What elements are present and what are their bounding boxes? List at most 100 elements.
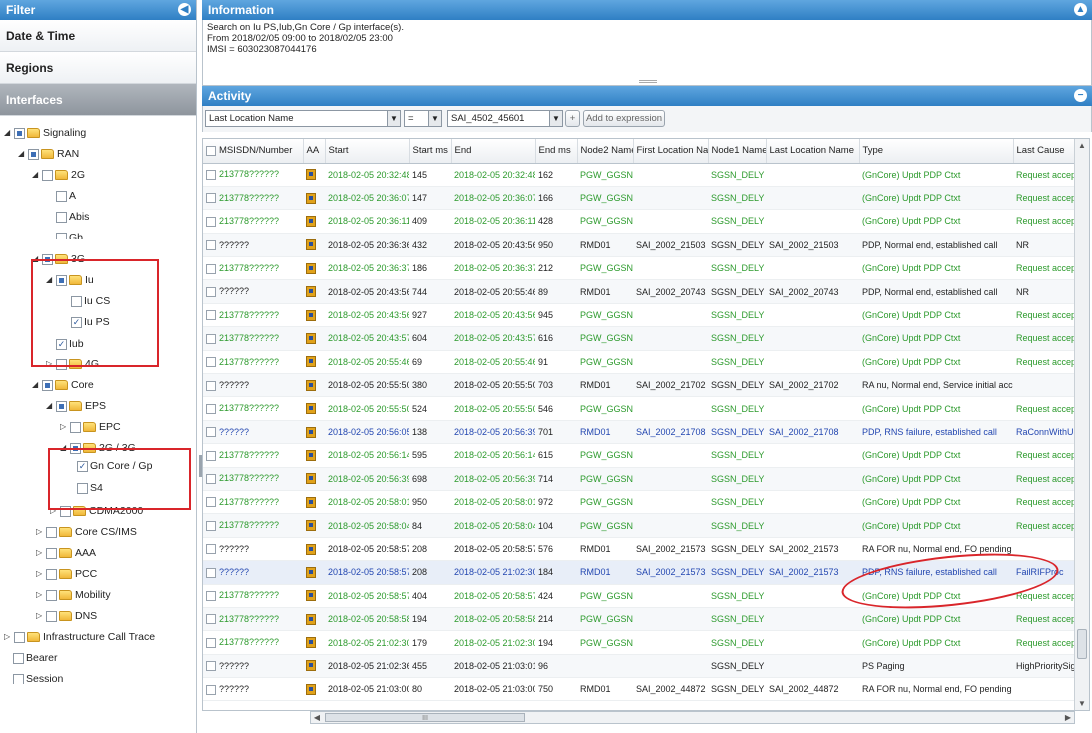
table-row[interactable]: ?????? 2018-02-05 20:55:50 380 2018-02-05 2…	[203, 373, 1075, 398]
row-checkbox[interactable]	[206, 684, 216, 695]
operator-select[interactable]: = ▼	[404, 110, 442, 127]
section-date-time[interactable]: Date & Time	[0, 20, 196, 52]
table-row[interactable]: 213778?????? 2018-02-05 21:02:30 179 2018-0…	[203, 630, 1075, 655]
row-checkbox[interactable]	[206, 263, 216, 274]
value-select[interactable]: SAI_4502_45601 ▼	[447, 110, 563, 127]
row-checkbox[interactable]	[206, 427, 216, 438]
resize-grip-icon[interactable]	[639, 80, 657, 83]
activity-toggle-icon[interactable]: −	[1074, 89, 1087, 102]
row-checkbox[interactable]	[206, 591, 216, 602]
details-icon[interactable]	[306, 613, 316, 625]
tree-node-abis[interactable]: Abis	[55, 208, 89, 226]
tree-node-epc[interactable]: ▷ EPC	[60, 418, 121, 436]
col-header-type[interactable]: Type	[859, 139, 1014, 164]
details-icon[interactable]	[306, 216, 316, 228]
details-icon[interactable]	[306, 520, 316, 532]
tree-node-gb[interactable]: Gb	[55, 229, 83, 239]
tree-node-pcc[interactable]: ▷ PCC	[36, 565, 97, 583]
row-checkbox[interactable]	[206, 193, 216, 204]
table-row[interactable]: ?????? 2018-02-05 20:56:05 138 2018-02-05 2…	[203, 420, 1075, 445]
col-header-last-location[interactable]: Last Location Name	[766, 139, 860, 164]
row-checkbox[interactable]	[206, 661, 216, 672]
table-row[interactable]: 213778?????? 2018-02-05 20:43:56 927 2018-0…	[203, 303, 1075, 328]
table-row[interactable]: 213778?????? 2018-02-05 20:58:01 950 2018-0…	[203, 490, 1075, 515]
table-row[interactable]: 213778?????? 2018-02-05 20:58:58 194 2018-0…	[203, 607, 1075, 632]
details-icon[interactable]	[306, 169, 316, 181]
tree-node-session[interactable]: Session	[12, 670, 63, 684]
details-icon[interactable]	[306, 379, 316, 391]
tree-node-bearer[interactable]: Bearer	[12, 649, 58, 667]
vertical-scrollbar[interactable]: ▲ ▼	[1074, 139, 1089, 710]
details-icon[interactable]	[306, 356, 316, 368]
table-row[interactable]: ?????? 2018-02-05 21:03:00 80 2018-02-05 21…	[203, 677, 1075, 702]
table-row[interactable]: 213778?????? 2018-02-05 20:58:04 84 2018-02…	[203, 513, 1075, 538]
col-header-msisdn[interactable]: MSISDN/Number	[203, 139, 304, 164]
details-icon[interactable]	[306, 637, 316, 649]
add-to-expression-button[interactable]: Add to expression	[583, 110, 665, 127]
horizontal-scrollbar[interactable]: ◀ III ▶	[310, 711, 1075, 724]
row-checkbox[interactable]	[206, 520, 216, 531]
row-checkbox[interactable]	[206, 567, 216, 578]
details-icon[interactable]	[306, 660, 316, 672]
table-row[interactable]: 213778?????? 2018-02-05 20:55:46 69 2018-02…	[203, 350, 1075, 375]
details-icon[interactable]	[306, 239, 316, 251]
tree-node-aaa[interactable]: ▷ AAA	[36, 544, 96, 562]
tree-node-core[interactable]: ◢ Core	[32, 376, 94, 394]
row-checkbox[interactable]	[206, 310, 216, 321]
table-row[interactable]: 213778?????? 2018-02-05 20:32:48 145 2018-0…	[203, 163, 1075, 187]
col-header-first-location[interactable]: First Location Name	[633, 139, 709, 164]
col-header-node1[interactable]: Node1 Name	[708, 139, 767, 164]
table-row[interactable]: ?????? 2018-02-05 21:02:36 455 2018-02-05 2…	[203, 654, 1075, 679]
col-header-node2[interactable]: Node2 Name	[577, 139, 634, 164]
details-icon[interactable]	[306, 449, 316, 461]
tree-node-infra-call-trace[interactable]: ▷ Infrastructure Call Trace	[4, 628, 155, 646]
details-icon[interactable]	[306, 309, 316, 321]
col-header-start-ms[interactable]: Start ms	[409, 139, 452, 164]
row-checkbox[interactable]	[206, 450, 216, 461]
details-icon[interactable]	[306, 426, 316, 438]
tree-node-mobility[interactable]: ▷ Mobility	[36, 586, 111, 604]
section-interfaces[interactable]: Interfaces	[0, 84, 196, 116]
table-row[interactable]: 213778?????? 2018-02-05 20:36:11 409 2018-0…	[203, 209, 1075, 234]
col-header-last-cause[interactable]: Last Cause	[1013, 139, 1076, 164]
details-icon[interactable]	[306, 566, 316, 578]
tree-node-eps[interactable]: ◢ EPS	[46, 397, 106, 415]
tree-node-core-cs-ims[interactable]: ▷ Core CS/IMS	[36, 523, 137, 541]
information-toggle-icon[interactable]: ▲	[1074, 3, 1087, 16]
table-row[interactable]: 213778?????? 2018-02-05 20:36:37 186 2018-0…	[203, 256, 1075, 281]
row-checkbox[interactable]	[206, 170, 216, 180]
col-header-end[interactable]: End	[451, 139, 536, 164]
details-icon[interactable]	[306, 543, 316, 555]
details-icon[interactable]	[306, 192, 316, 204]
tree-node-a[interactable]: A	[55, 187, 76, 205]
table-row[interactable]: 213778?????? 2018-02-05 20:36:07 147 2018-0…	[203, 186, 1075, 211]
table-row[interactable]: ?????? 2018-02-05 20:43:56 744 2018-02-05 2…	[203, 279, 1075, 304]
table-row[interactable]: 213778?????? 2018-02-05 20:56:14 595 2018-0…	[203, 443, 1075, 468]
tree-node-signaling[interactable]: ◢ Signaling	[4, 124, 86, 142]
details-icon[interactable]	[306, 473, 316, 485]
details-icon[interactable]	[306, 496, 316, 508]
details-icon[interactable]	[306, 262, 316, 274]
details-icon[interactable]	[306, 403, 316, 415]
tree-node-2g[interactable]: ◢ 2G	[32, 166, 85, 184]
table-row[interactable]: 213778?????? 2018-02-05 20:43:57 604 2018-0…	[203, 326, 1075, 351]
row-checkbox[interactable]	[206, 614, 216, 625]
table-row[interactable]: ?????? 2018-02-05 20:36:36 432 2018-02-05 2…	[203, 233, 1075, 258]
row-checkbox[interactable]	[206, 286, 216, 297]
row-checkbox[interactable]	[206, 216, 216, 227]
section-regions[interactable]: Regions	[0, 52, 196, 84]
details-icon[interactable]	[306, 286, 316, 298]
add-plus-button[interactable]: +	[565, 110, 580, 127]
row-checkbox[interactable]	[206, 403, 216, 414]
col-header-aa[interactable]: AA	[303, 139, 326, 164]
field-select[interactable]: Last Location Name ▼	[205, 110, 401, 127]
row-checkbox[interactable]	[206, 544, 216, 555]
tree-node-dns[interactable]: ▷ DNS	[36, 607, 97, 625]
row-checkbox[interactable]	[206, 357, 216, 368]
row-checkbox[interactable]	[206, 333, 216, 344]
row-checkbox[interactable]	[206, 497, 216, 508]
tree-node-ran[interactable]: ◢ RAN	[18, 145, 79, 163]
row-checkbox[interactable]	[206, 240, 216, 251]
table-row[interactable]: 213778?????? 2018-02-05 20:55:50 524 2018-0…	[203, 396, 1075, 421]
row-checkbox[interactable]	[206, 380, 216, 391]
